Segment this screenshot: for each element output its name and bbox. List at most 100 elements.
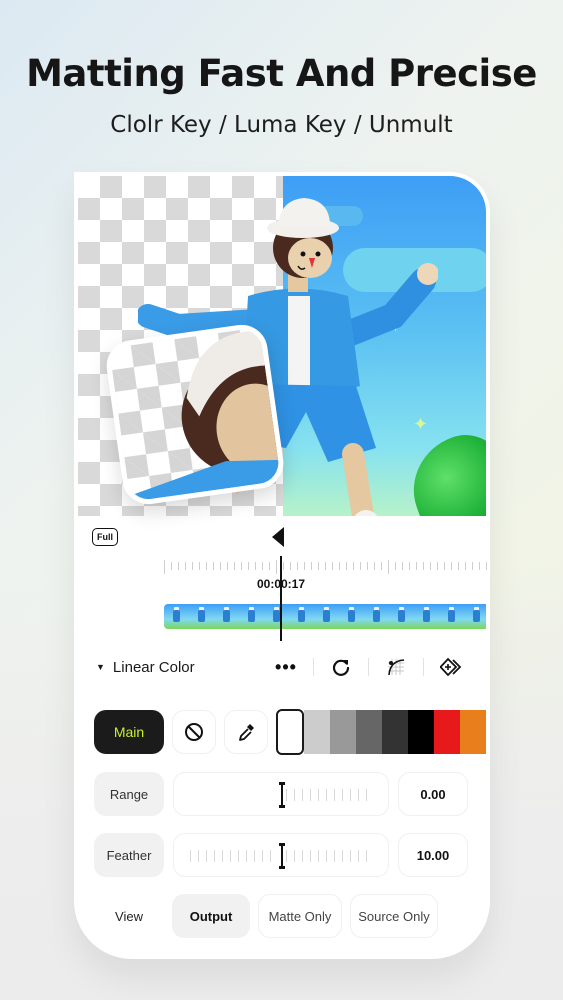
feather-value[interactable]: 10.00: [398, 833, 468, 877]
slider-tick: [206, 850, 207, 862]
color-swatch[interactable]: [408, 710, 434, 754]
ruler-tick: [486, 562, 487, 570]
ruler-tick: [381, 562, 382, 570]
ruler-tick: [388, 560, 389, 574]
param-row-range: Range 0.00: [94, 772, 468, 816]
filmstrip-frame: [439, 604, 464, 629]
slider-tick: [246, 850, 247, 862]
view-mode-row: View Output Matte Only Source Only: [94, 894, 438, 938]
view-label: View: [115, 908, 143, 924]
slider-tick: [214, 850, 215, 862]
ruler-tick: [472, 562, 473, 570]
key-mode-label: Linear Color: [112, 658, 195, 676]
color-swatch[interactable]: [382, 710, 408, 754]
ruler-tick: [248, 562, 249, 570]
ruler-tick: [367, 562, 368, 570]
slider-tick: [262, 850, 263, 862]
ruler-tick: [283, 562, 284, 570]
eyedropper-button[interactable]: [224, 710, 268, 754]
ruler-tick: [395, 562, 396, 570]
video-filmstrip[interactable]: [164, 604, 486, 629]
ruler-tick: [220, 562, 221, 570]
view-option-matte-only[interactable]: Matte Only: [258, 894, 342, 938]
param-label: Range: [94, 772, 164, 816]
ruler-tick: [318, 562, 319, 570]
color-picker-row: Main: [94, 709, 486, 755]
eyedropper-icon: [239, 724, 254, 741]
slider-tick: [294, 789, 295, 801]
ruler-tick: [444, 562, 445, 570]
ruler-tick: [339, 562, 340, 570]
slider-tick: [230, 850, 231, 862]
ruler-tick: [304, 562, 305, 570]
ruler-tick: [458, 562, 459, 570]
ruler-tick: [360, 562, 361, 570]
slider-tick: [254, 850, 255, 862]
view-option-output[interactable]: Output: [172, 894, 250, 938]
slider-tick: [270, 850, 271, 862]
character-head-closeup: [124, 330, 287, 508]
filmstrip-frame: [339, 604, 364, 629]
filmstrip-frame: [364, 604, 389, 629]
curve-grid-icon[interactable]: [381, 655, 411, 679]
slider-tick: [334, 850, 335, 862]
slider-tick: [366, 789, 367, 801]
slider-tick: [342, 850, 343, 862]
filmstrip-frame: [164, 604, 189, 629]
cutout-inset: [103, 321, 287, 508]
slider-tick: [318, 789, 319, 801]
range-value[interactable]: 0.00: [398, 772, 468, 816]
more-icon[interactable]: •••: [271, 655, 301, 679]
filmstrip-frame: [289, 604, 314, 629]
timeline-ruler[interactable]: [164, 560, 487, 576]
slider-handle[interactable]: [279, 782, 285, 808]
ruler-tick: [269, 562, 270, 570]
no-color-icon: [185, 723, 203, 741]
slider-tick: [302, 789, 303, 801]
fullscreen-button[interactable]: Full: [92, 528, 118, 546]
ruler-tick: [227, 562, 228, 570]
range-slider[interactable]: [173, 772, 389, 816]
ruler-tick: [479, 562, 480, 570]
ruler-tick: [423, 562, 424, 570]
color-swatch[interactable]: [460, 710, 486, 754]
keyframe-add-icon[interactable]: [436, 655, 466, 679]
ruler-tick: [416, 562, 417, 570]
color-swatch[interactable]: [356, 710, 382, 754]
ruler-tick: [255, 562, 256, 570]
slider-handle[interactable]: [279, 843, 285, 869]
key-mode-dropdown[interactable]: ▼ Linear Color: [96, 659, 195, 676]
main-color-button[interactable]: Main: [94, 710, 164, 754]
slider-tick: [238, 850, 239, 862]
slider-tick: [350, 789, 351, 801]
reset-icon[interactable]: [326, 655, 356, 679]
divider: [313, 658, 314, 676]
ruler-tick: [164, 560, 165, 574]
filmstrip-frame: [414, 604, 439, 629]
color-swatches: [276, 709, 486, 755]
ruler-tick: [241, 562, 242, 570]
play-icon[interactable]: [272, 527, 284, 547]
ruler-tick: [185, 562, 186, 570]
ruler-tick: [325, 562, 326, 570]
feather-slider[interactable]: [173, 833, 389, 877]
color-swatch[interactable]: [304, 710, 330, 754]
color-swatch[interactable]: [330, 710, 356, 754]
filmstrip-frame: [264, 604, 289, 629]
divider: [368, 658, 369, 676]
ruler-tick: [465, 562, 466, 570]
slider-tick: [366, 850, 367, 862]
param-label: Feather: [94, 833, 164, 877]
slider-tick: [350, 850, 351, 862]
slider-tick: [310, 789, 311, 801]
no-color-button[interactable]: [172, 710, 216, 754]
color-swatch[interactable]: [434, 710, 460, 754]
ruler-tick: [430, 562, 431, 570]
slider-tick: [318, 850, 319, 862]
slider-tick: [302, 850, 303, 862]
swatch-selected-white[interactable]: [276, 709, 304, 755]
playhead[interactable]: [280, 556, 282, 641]
ruler-tick: [192, 562, 193, 570]
view-option-source-only[interactable]: Source Only: [350, 894, 438, 938]
filmstrip-frame: [239, 604, 264, 629]
